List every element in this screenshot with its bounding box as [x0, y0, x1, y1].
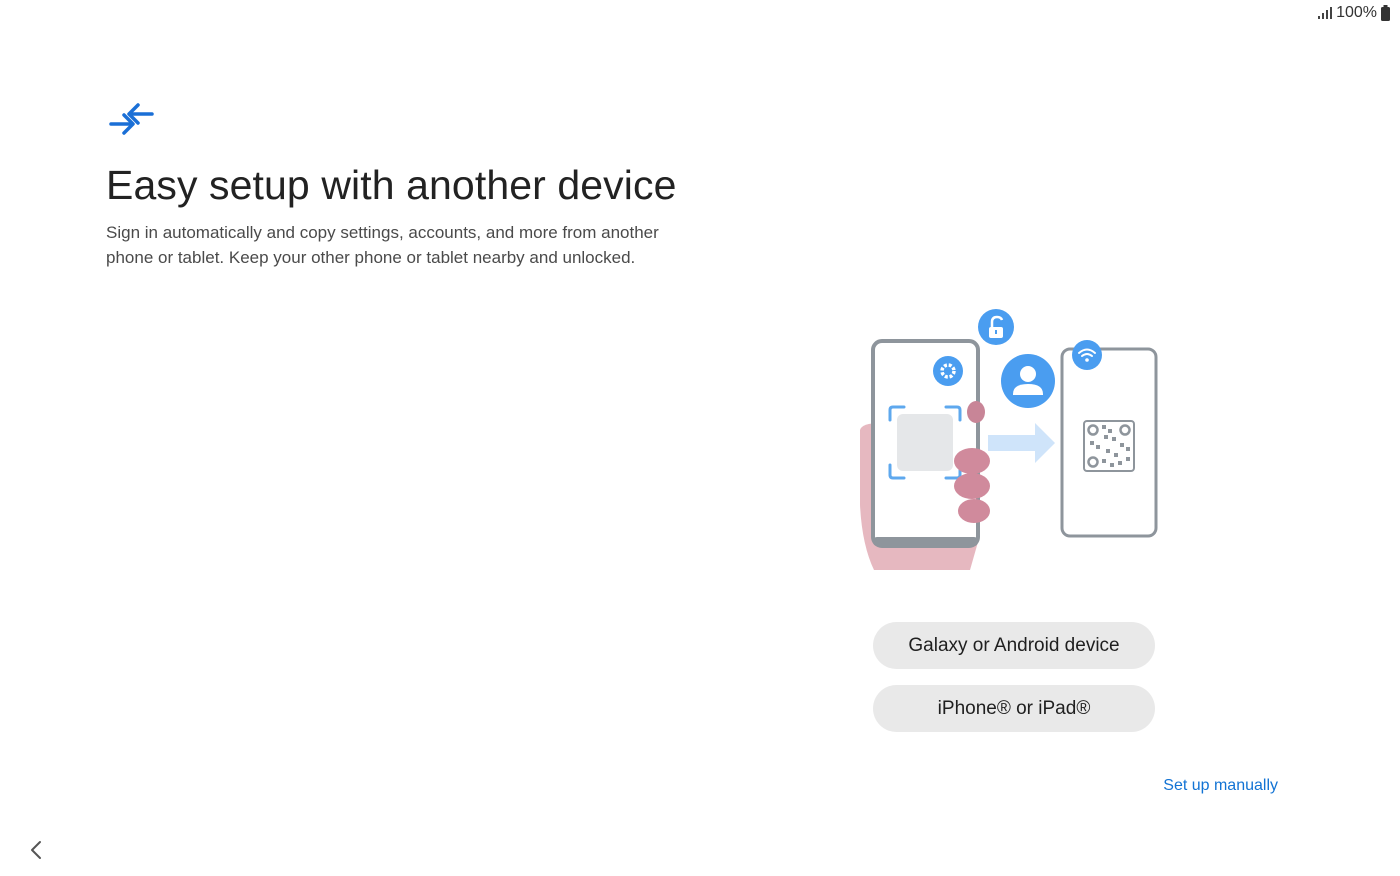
arrows-converge-icon [109, 103, 154, 135]
lock-open-icon [978, 309, 1014, 345]
back-button[interactable] [22, 836, 50, 864]
page-title: Easy setup with another device [106, 162, 677, 208]
gear-icon [933, 356, 963, 386]
battery-percentage: 100% [1336, 4, 1377, 21]
setup-illustration [860, 309, 1158, 570]
setup-screen: 100% Easy setup with another device Sign… [0, 0, 1400, 876]
iphone-ipad-button[interactable]: iPhone® or iPad® [873, 685, 1155, 732]
status-bar: 100% [1318, 4, 1390, 22]
page-subtitle: Sign in automatically and copy settings,… [106, 223, 659, 267]
signal-bars-icon [1318, 7, 1333, 19]
set-up-manually-link[interactable]: Set up manually [1163, 777, 1278, 795]
transfer-arrow-icon [988, 423, 1055, 463]
chevron-left-icon [31, 841, 41, 859]
galaxy-android-device-button[interactable]: Galaxy or Android device [873, 622, 1155, 669]
person-icon [1001, 354, 1055, 408]
wifi-icon [1072, 340, 1102, 370]
right-phone [1060, 347, 1158, 538]
battery-full-icon [1381, 5, 1390, 21]
